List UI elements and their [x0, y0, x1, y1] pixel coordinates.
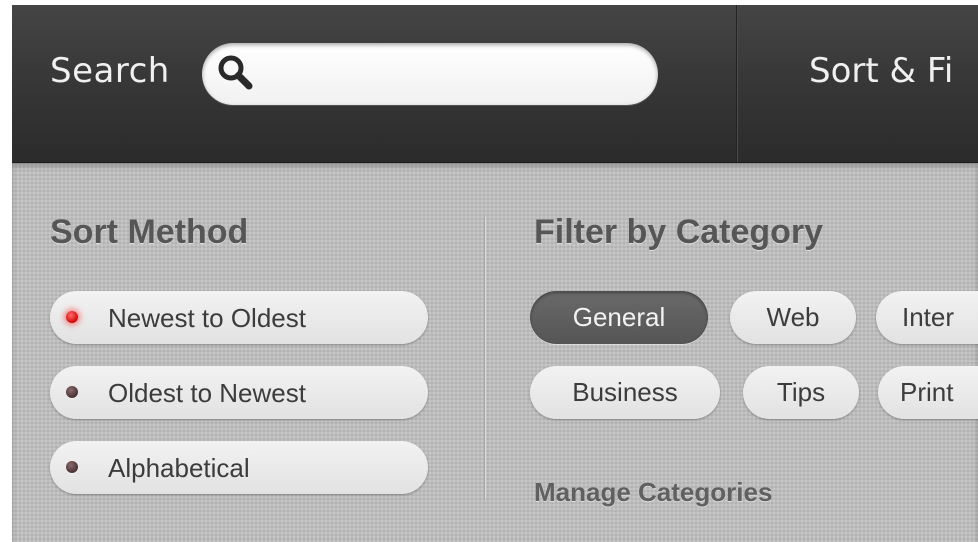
search-field[interactable]: [202, 43, 658, 105]
radio-indicator-icon: [66, 386, 78, 398]
magnifying-glass-icon: [216, 53, 256, 93]
category-chip-general[interactable]: General: [530, 291, 708, 344]
sort-option-newest[interactable]: Newest to Oldest: [50, 291, 428, 344]
header-bar: Search Sort & Fi: [12, 5, 978, 163]
sort-option-label: Alphabetical: [108, 453, 250, 483]
sort-filter-title[interactable]: Sort & Fi: [809, 51, 953, 91]
search-input[interactable]: [264, 51, 638, 97]
sort-method-heading: Sort Method: [50, 213, 249, 251]
sort-option-oldest[interactable]: Oldest to Newest: [50, 366, 428, 419]
sort-filter-window: Search Sort & Fi Sort Method Newest to O…: [12, 5, 978, 542]
radio-indicator-icon: [66, 461, 78, 473]
sort-option-alphabetical[interactable]: Alphabetical: [50, 441, 428, 494]
category-chip-tips[interactable]: Tips: [743, 366, 859, 419]
radio-indicator-icon: [66, 311, 78, 323]
filter-category-heading: Filter by Category: [534, 213, 824, 251]
category-chip-inter[interactable]: Inter: [876, 291, 978, 344]
header-divider: [736, 5, 738, 162]
sort-option-label: Newest to Oldest: [108, 303, 306, 333]
sort-filter-panel: Sort Method Newest to Oldest Oldest to N…: [12, 163, 978, 542]
category-chip-web[interactable]: Web: [730, 291, 856, 344]
sort-option-label: Oldest to Newest: [108, 378, 306, 408]
panel-divider: [484, 217, 486, 499]
category-chip-print[interactable]: Print: [878, 366, 978, 419]
search-label: Search: [50, 51, 170, 91]
manage-categories-link[interactable]: Manage Categories: [534, 477, 772, 508]
category-chip-business[interactable]: Business: [530, 366, 720, 419]
